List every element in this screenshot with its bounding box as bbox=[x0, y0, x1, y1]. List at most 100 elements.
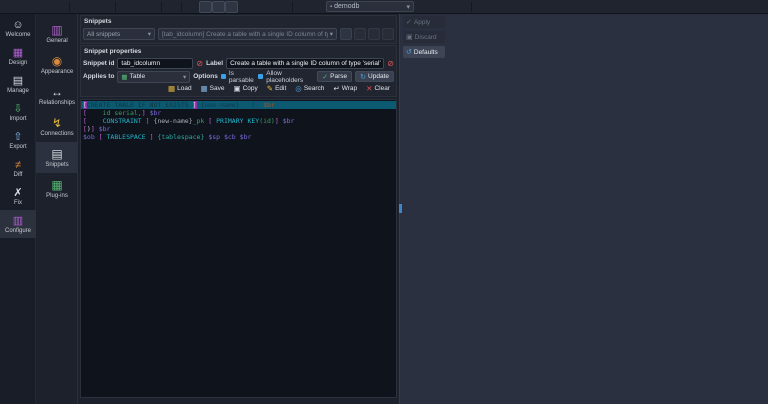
defaults-button[interactable]: ↺ Defaults bbox=[403, 46, 445, 58]
load-button[interactable]: ▦ Load bbox=[168, 84, 192, 93]
code-line[interactable]: [ id serial,] $br bbox=[81, 109, 396, 117]
sql-preview-icon[interactable] bbox=[417, 1, 430, 13]
nav-back-icon[interactable] bbox=[297, 1, 310, 13]
menu-icon[interactable] bbox=[2, 1, 15, 13]
snippets-groupbox: Snippets All snippets ▾ [tab_idcolumn] C… bbox=[80, 15, 397, 44]
edit-button[interactable]: ✎ Edit bbox=[267, 84, 287, 93]
graph-links-icon[interactable] bbox=[264, 1, 277, 13]
edit-snippet-button[interactable] bbox=[354, 28, 366, 40]
changelog-icon[interactable] bbox=[528, 1, 541, 13]
grid-toggle-icon[interactable] bbox=[199, 0, 212, 13]
arrange-objects-icon[interactable] bbox=[238, 1, 251, 13]
code-line[interactable]: [ CONSTRAINT ] {new-name}_pk [ PRIMARY K… bbox=[81, 117, 396, 125]
code-line[interactable]: [CREATE TABLE IF NOT EXISTS ] {new-name}… bbox=[81, 101, 396, 109]
chevron-down-icon: ▾ bbox=[406, 3, 410, 11]
model-objects-icon[interactable] bbox=[456, 1, 469, 13]
export-image-icon[interactable] bbox=[87, 1, 100, 13]
sidebar-item-configure[interactable]: ▥ Configure bbox=[0, 210, 36, 238]
swap-ids-icon[interactable] bbox=[443, 1, 456, 13]
flip-view-icon[interactable] bbox=[186, 1, 199, 13]
new-model-icon[interactable] bbox=[15, 1, 28, 13]
export-file-icon[interactable] bbox=[100, 1, 113, 13]
donate-icon[interactable] bbox=[489, 1, 502, 13]
is-parsable-label: Is parsable bbox=[228, 69, 254, 84]
editor-button-label: Wrap bbox=[341, 85, 358, 92]
allow-placeholders-checkbox[interactable] bbox=[258, 74, 264, 79]
code-line[interactable]: [)] $br bbox=[81, 125, 396, 133]
config-item-relationships[interactable]: ↔ Relationships bbox=[36, 80, 78, 111]
add-snippet-button[interactable] bbox=[382, 28, 394, 40]
save-model-icon[interactable] bbox=[28, 1, 41, 13]
snippet-filter-select[interactable]: All snippets ▾ bbox=[83, 28, 155, 40]
config-item-general[interactable]: ▥ General bbox=[36, 18, 78, 49]
toolbar-separator bbox=[471, 1, 474, 12]
label-input[interactable]: Create a table with a single ID column o… bbox=[226, 58, 385, 69]
allow-placeholders-label: Allow placeholders bbox=[266, 69, 304, 84]
wrap-button[interactable]: ↵ Wrap bbox=[333, 84, 357, 93]
editor-button-label: Search bbox=[303, 85, 325, 92]
code-line[interactable]: $ob [ TABLESPACE ] {tablespace} $sp $cb … bbox=[81, 133, 396, 141]
copy-button[interactable]: ▣ Copy bbox=[234, 84, 258, 93]
zoom-out-icon[interactable] bbox=[120, 1, 133, 13]
remove-all-snippets-button[interactable] bbox=[340, 28, 352, 40]
open-model-icon[interactable] bbox=[41, 1, 54, 13]
search-model-icon[interactable] bbox=[515, 1, 528, 13]
editor-button-icon: ◎ bbox=[295, 84, 302, 93]
label-value: Create a table with a single ID column o… bbox=[230, 60, 381, 67]
fit-view-icon[interactable] bbox=[166, 1, 179, 13]
database-select[interactable]: ▪ demodb ▾ bbox=[326, 1, 414, 12]
nav-forward-icon[interactable] bbox=[310, 1, 323, 13]
config-item-appearance[interactable]: ◉ Appearance bbox=[36, 49, 78, 80]
selection-bounds-icon[interactable] bbox=[251, 1, 264, 13]
defaults-button-label: Defaults bbox=[413, 48, 438, 56]
is-parsable-checkbox[interactable] bbox=[220, 74, 226, 79]
snippet-properties-groupbox: Snippet properties Snippet id tab_idcolu… bbox=[80, 45, 397, 97]
bug-report-icon[interactable] bbox=[476, 1, 489, 13]
snippet-select[interactable]: [tab_idcolumn] Create a table with a sin… bbox=[158, 28, 337, 40]
zoom-reset-icon[interactable] bbox=[133, 1, 146, 13]
snippet-action-buttons bbox=[340, 28, 394, 40]
apply-button[interactable]: ✓ Apply bbox=[403, 16, 445, 28]
parse-button[interactable]: ✓ Parse bbox=[317, 71, 353, 82]
snippet-id-input[interactable]: tab_idcolumn bbox=[117, 58, 194, 69]
discard-icon: ▣ bbox=[406, 34, 413, 41]
update-button[interactable]: ↻ Update bbox=[355, 71, 394, 82]
snippets-panel: Snippets All snippets ▾ [tab_idcolumn] C… bbox=[78, 14, 400, 404]
table-icon: ▦ bbox=[121, 73, 128, 81]
snippet-code-editor[interactable]: [CREATE TABLE IF NOT EXISTS ] {new-name}… bbox=[80, 99, 397, 398]
zoom-in-icon[interactable] bbox=[146, 1, 159, 13]
print-icon[interactable] bbox=[74, 1, 87, 13]
config-item-plugins[interactable]: ▦ Plug-ins bbox=[36, 173, 78, 204]
line-mode-icon[interactable] bbox=[225, 0, 238, 13]
snippet-id-value: tab_idcolumn bbox=[121, 60, 161, 67]
splitter-handle[interactable] bbox=[399, 204, 402, 213]
applies-to-value: Table bbox=[129, 73, 146, 80]
sidebar-item-welcome[interactable]: ☺ Welcome bbox=[0, 14, 36, 42]
editor-button-icon: ▦ bbox=[200, 84, 208, 93]
sidebar-item-design[interactable]: ▦ Design bbox=[0, 42, 36, 70]
toolbar-separator bbox=[161, 1, 164, 12]
sidebar-item-diff[interactable]: ≠ Diff bbox=[0, 154, 36, 182]
import-model-icon[interactable] bbox=[54, 1, 67, 13]
sidebar-item-import[interactable]: ⇩ Import bbox=[0, 98, 36, 126]
toolbar-separator bbox=[69, 1, 72, 12]
find-object-icon[interactable] bbox=[430, 1, 443, 13]
sidebar-item-fix[interactable]: ✗ Fix bbox=[0, 182, 36, 210]
sidebar-item-manage[interactable]: ▤ Manage bbox=[0, 70, 36, 98]
clear-button[interactable]: ✕ Clear bbox=[366, 84, 390, 93]
plugins-icon: ▦ bbox=[51, 177, 63, 192]
welcome-icon: ☺ bbox=[12, 18, 24, 31]
support-icon[interactable] bbox=[502, 1, 515, 13]
applies-to-select[interactable]: ▦ Table ▾ bbox=[117, 70, 191, 83]
config-item-label: Plug-ins bbox=[46, 192, 68, 199]
sidebar-item-export[interactable]: ⇧ Export bbox=[0, 126, 36, 154]
editor-button-icon: ▣ bbox=[233, 84, 241, 93]
config-item-connections[interactable]: ↯ Connections bbox=[36, 111, 78, 142]
snap-grid-icon[interactable] bbox=[212, 0, 225, 13]
config-item-snippets[interactable]: ▤ Snippets bbox=[36, 142, 78, 173]
save-button[interactable]: ▦ Save bbox=[201, 84, 225, 93]
search-button[interactable]: ◎ Search bbox=[295, 84, 324, 93]
discard-button[interactable]: ▣ Discard bbox=[403, 31, 445, 43]
delete-snippet-button[interactable] bbox=[368, 28, 380, 40]
layers-icon[interactable] bbox=[277, 1, 290, 13]
